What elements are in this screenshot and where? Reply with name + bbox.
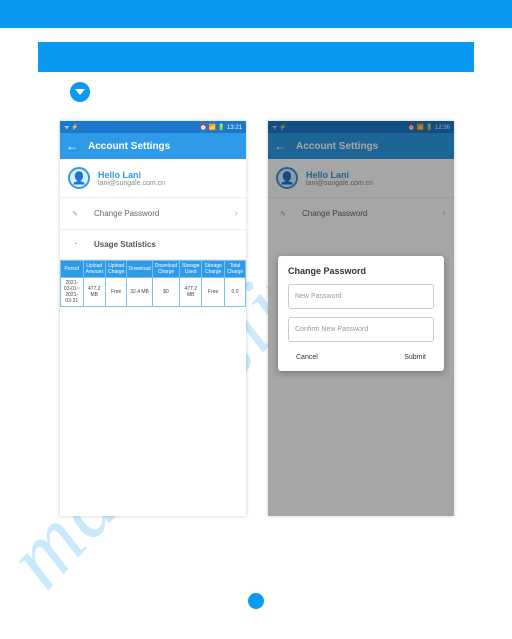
status-left: ᯤ ⚡ <box>64 123 79 131</box>
usage-table: Period Upload Amount Upload Charge Downl… <box>60 260 246 307</box>
th-upload-amount: Upload Amount <box>83 261 105 278</box>
submit-button[interactable]: Submit <box>404 354 426 361</box>
table-row: 2021-03-01~ 2021-03-31 477.2 MB Free 32.… <box>61 278 246 307</box>
cancel-button[interactable]: Cancel <box>296 354 318 361</box>
dropdown-icon <box>70 82 90 102</box>
td-period: 2021-03-01~ 2021-03-31 <box>61 278 84 307</box>
new-password-input[interactable]: New Password <box>288 284 434 309</box>
app-bar: ← Account Settings <box>60 133 246 159</box>
th-total-charge: Total Charge <box>225 261 246 278</box>
pencil-icon: ✎ <box>68 210 82 218</box>
th-storage-used: Storage Used <box>180 261 202 278</box>
th-upload-charge: Upload Charge <box>105 261 127 278</box>
stats-icon: ◔ <box>68 241 82 248</box>
td-upload-amount: 477.2 MB <box>83 278 105 307</box>
change-password-label: Change Password <box>94 209 223 218</box>
td-download-charge: $0 <box>152 278 179 307</box>
table-header-row: Period Upload Amount Upload Charge Downl… <box>61 261 246 278</box>
th-period: Period <box>61 261 84 278</box>
status-bar: ᯤ ⚡ ⏰ 📶 🔋 13:21 <box>60 121 246 133</box>
user-row: 👤 Hello Lani lani@sungale.com.cn <box>60 159 246 197</box>
user-name: Hello Lani <box>98 170 165 180</box>
chevron-right-icon: › <box>235 208 238 219</box>
th-download: Download <box>127 261 152 278</box>
phone-right: ᯤ ⚡ ⏰ 📶 🔋 12:36 ← Account Settings 👤 Hel… <box>268 121 454 516</box>
td-upload-charge: Free <box>105 278 127 307</box>
usage-statistics-row: ◔ Usage Statistics <box>60 229 246 260</box>
change-password-row[interactable]: ✎ Change Password › <box>60 197 246 229</box>
td-storage-used: 477.2 MB <box>180 278 202 307</box>
usage-title: Usage Statistics <box>94 240 156 249</box>
banner <box>38 42 474 72</box>
dialog-title: Change Password <box>288 266 434 276</box>
th-storage-charge: Storage Charge <box>202 261 225 278</box>
status-right: ⏰ 📶 🔋 13:21 <box>200 124 242 131</box>
top-bar <box>0 0 512 28</box>
confirm-password-input[interactable]: Confirm New Password <box>288 317 434 342</box>
change-password-dialog: Change Password New Password Confirm New… <box>278 256 444 371</box>
td-storage-charge: Free <box>202 278 225 307</box>
phone-left: ᯤ ⚡ ⏰ 📶 🔋 13:21 ← Account Settings 👤 Hel… <box>60 121 246 516</box>
avatar: 👤 <box>68 167 90 189</box>
td-download: 32.4 MB <box>127 278 152 307</box>
page-indicator <box>248 593 264 609</box>
phone-screenshots: ᯤ ⚡ ⏰ 📶 🔋 13:21 ← Account Settings 👤 Hel… <box>60 121 512 516</box>
page-title: Account Settings <box>88 141 170 152</box>
back-icon[interactable]: ← <box>66 139 78 153</box>
td-total-charge: 0.0 <box>225 278 246 307</box>
user-email: lani@sungale.com.cn <box>98 180 165 187</box>
dialog-actions: Cancel Submit <box>288 350 434 361</box>
th-download-charge: Download Charge <box>152 261 179 278</box>
dropdown-bullet <box>70 82 512 107</box>
